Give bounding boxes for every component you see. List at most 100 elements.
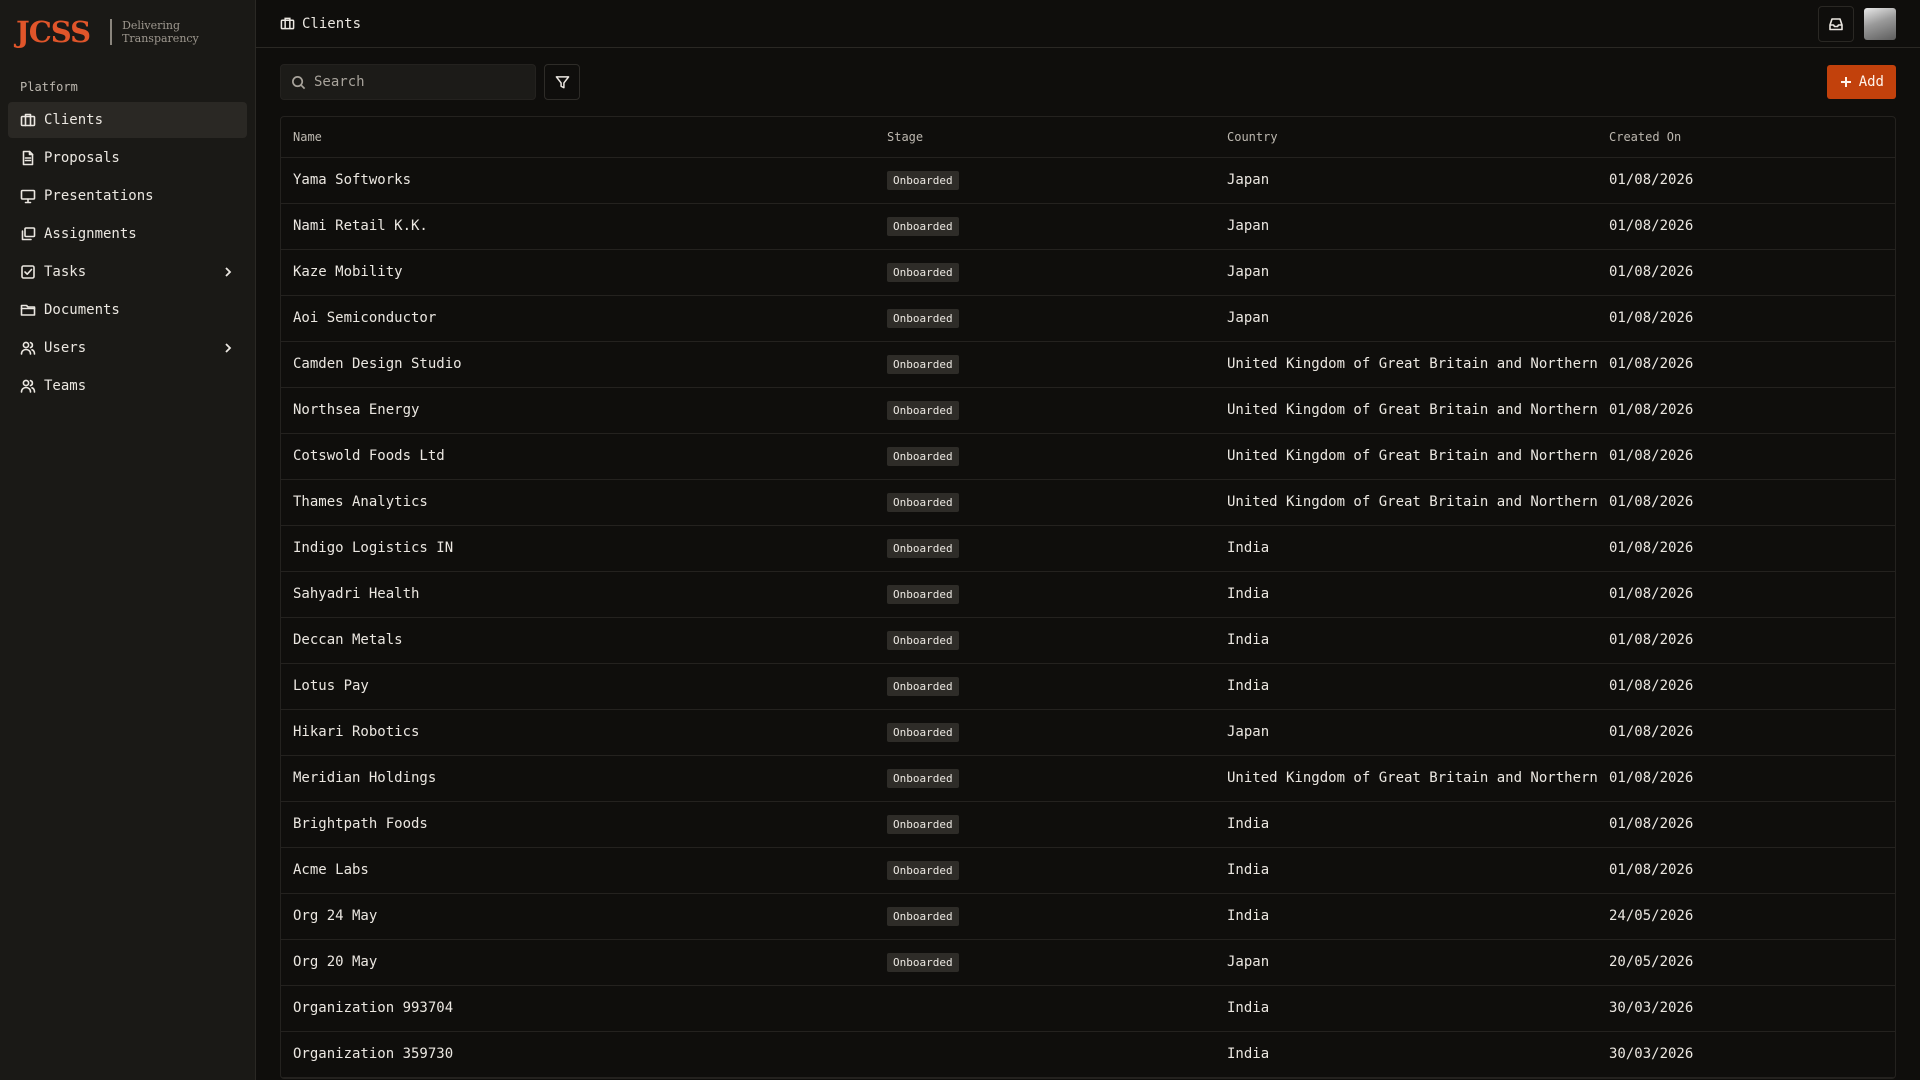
clients-table-container: Name Stage Country Created On Yama Softw… bbox=[280, 116, 1896, 1079]
cell-created-on: 01/08/2026 bbox=[1597, 479, 1895, 526]
cell-stage: Onboarded bbox=[875, 479, 1215, 526]
sidebar-item-presentations[interactable]: Presentations bbox=[8, 178, 247, 214]
cell-stage: Onboarded bbox=[875, 387, 1215, 434]
search-input[interactable] bbox=[314, 74, 514, 90]
cell-name: Cotswold Foods Ltd bbox=[281, 433, 875, 480]
stage-badge: Onboarded bbox=[887, 538, 959, 558]
sidebar-item-label: Tasks bbox=[44, 264, 87, 280]
cell-name: Acme Labs bbox=[281, 847, 875, 894]
cell-stage: Onboarded bbox=[875, 755, 1215, 802]
users-icon bbox=[20, 340, 36, 356]
layers-icon bbox=[20, 226, 36, 242]
main-content: Clients Add bbox=[256, 0, 1920, 1080]
cell-country: Japan bbox=[1215, 203, 1597, 250]
table-row[interactable]: Meridian Holdings Onboarded United Kingd… bbox=[281, 755, 1895, 802]
cell-created-on: 01/08/2026 bbox=[1597, 249, 1895, 296]
cell-country: United Kingdom of Great Britain and Nort… bbox=[1215, 341, 1597, 388]
cell-country: United Kingdom of Great Britain and Nort… bbox=[1215, 755, 1597, 802]
table-row[interactable]: Indigo Logistics IN Onboarded India 01/0… bbox=[281, 525, 1895, 572]
cell-created-on: 01/08/2026 bbox=[1597, 617, 1895, 664]
table-row[interactable]: Org 24 May Onboarded India 24/05/2026 bbox=[281, 893, 1895, 940]
presentation-icon bbox=[20, 188, 36, 204]
cell-country: Japan bbox=[1215, 939, 1597, 986]
table-row[interactable]: Thames Analytics Onboarded United Kingdo… bbox=[281, 479, 1895, 526]
cell-name: Nami Retail K.K. bbox=[281, 203, 875, 250]
cell-country: United Kingdom of Great Britain and Nort… bbox=[1215, 479, 1597, 526]
add-button[interactable]: Add bbox=[1826, 65, 1896, 99]
sidebar-item-documents[interactable]: Documents bbox=[8, 292, 247, 328]
column-header-stage[interactable]: Stage bbox=[875, 117, 1215, 158]
cell-country: India bbox=[1215, 617, 1597, 664]
table-row[interactable]: Organization 359730 India 30/03/2026 bbox=[281, 1031, 1895, 1078]
table-row[interactable]: Cotswold Foods Ltd Onboarded United King… bbox=[281, 433, 1895, 480]
stage-badge: Onboarded bbox=[887, 584, 959, 604]
table-row[interactable]: Organization 993704 India 30/03/2026 bbox=[281, 985, 1895, 1032]
cell-name: Thames Analytics bbox=[281, 479, 875, 526]
stage-badge: Onboarded bbox=[887, 814, 959, 834]
cell-stage bbox=[875, 985, 1215, 1032]
table-row[interactable]: Brightpath Foods Onboarded India 01/08/2… bbox=[281, 801, 1895, 848]
cell-name: Org 24 May bbox=[281, 893, 875, 940]
table-row[interactable]: Aoi Semiconductor Onboarded Japan 01/08/… bbox=[281, 295, 1895, 342]
sidebar-item-users[interactable]: Users bbox=[8, 330, 247, 366]
table-row[interactable]: Sahyadri Health Onboarded India 01/08/20… bbox=[281, 571, 1895, 618]
cell-created-on: 01/08/2026 bbox=[1597, 387, 1895, 434]
brand-divider bbox=[110, 19, 113, 45]
topbar-actions bbox=[1818, 5, 1896, 42]
brand[interactable]: JCSS Delivering Transparency bbox=[0, 0, 255, 64]
cell-name: Aoi Semiconductor bbox=[281, 295, 875, 342]
table-row[interactable]: Nami Retail K.K. Onboarded Japan 01/08/2… bbox=[281, 203, 1895, 250]
cell-created-on: 01/08/2026 bbox=[1597, 663, 1895, 710]
table-row[interactable]: Acme Labs Onboarded India 01/08/2026 bbox=[281, 847, 1895, 894]
table-row[interactable]: Northsea Energy Onboarded United Kingdom… bbox=[281, 387, 1895, 434]
nav-section-label: Platform bbox=[20, 80, 78, 94]
column-header-name[interactable]: Name bbox=[281, 117, 875, 158]
cell-stage: Onboarded bbox=[875, 203, 1215, 250]
sidebar-item-label: Proposals bbox=[44, 150, 120, 166]
stage-badge: Onboarded bbox=[887, 492, 959, 512]
plus-icon bbox=[1840, 77, 1851, 87]
cell-created-on: 30/03/2026 bbox=[1597, 985, 1895, 1032]
sidebar-item-clients[interactable]: Clients bbox=[8, 102, 247, 138]
cell-name: Yama Softworks bbox=[281, 157, 875, 204]
sidebar-item-label: Clients bbox=[44, 112, 104, 128]
cell-country: United Kingdom of Great Britain and Nort… bbox=[1215, 433, 1597, 480]
table-row[interactable]: Yama Softworks Onboarded Japan 01/08/202… bbox=[281, 157, 1895, 204]
add-button-label: Add bbox=[1858, 74, 1884, 90]
app-root: JCSS Delivering Transparency Platform Cl… bbox=[0, 0, 1920, 1080]
chevron-right-icon[interactable] bbox=[221, 341, 235, 355]
sidebar-item-assignments[interactable]: Assignments bbox=[8, 216, 247, 252]
sidebar-item-proposals[interactable]: Proposals bbox=[8, 140, 247, 176]
cell-name: Sahyadri Health bbox=[281, 571, 875, 618]
table-row[interactable]: Lotus Pay Onboarded India 01/08/2026 bbox=[281, 663, 1895, 710]
table-row[interactable]: Kaze Mobility Onboarded Japan 01/08/2026 bbox=[281, 249, 1895, 296]
filter-button[interactable] bbox=[544, 64, 580, 100]
cell-stage: Onboarded bbox=[875, 663, 1215, 710]
cell-name: Kaze Mobility bbox=[281, 249, 875, 296]
stage-badge: Onboarded bbox=[887, 446, 959, 466]
column-header-country[interactable]: Country bbox=[1215, 117, 1597, 158]
stage-badge: Onboarded bbox=[887, 906, 959, 926]
column-header-created-on[interactable]: Created On bbox=[1597, 117, 1895, 158]
cell-stage: Onboarded bbox=[875, 709, 1215, 756]
table-row[interactable]: Deccan Metals Onboarded India 01/08/2026 bbox=[281, 617, 1895, 664]
cell-country: India bbox=[1215, 893, 1597, 940]
chevron-right-icon[interactable] bbox=[221, 265, 235, 279]
brand-tagline: Delivering Transparency bbox=[122, 19, 199, 45]
sidebar-nav: Clients Proposals Presentations Assignme… bbox=[0, 102, 255, 404]
cell-country: Japan bbox=[1215, 709, 1597, 756]
table-row[interactable]: Camden Design Studio Onboarded United Ki… bbox=[281, 341, 1895, 388]
brand-tagline-line1: Delivering bbox=[122, 19, 181, 32]
avatar[interactable] bbox=[1864, 7, 1896, 40]
sidebar-item-label: Presentations bbox=[44, 188, 154, 204]
cell-created-on: 20/05/2026 bbox=[1597, 939, 1895, 986]
table-row[interactable]: Org 20 May Onboarded Japan 20/05/2026 bbox=[281, 939, 1895, 986]
sidebar-item-tasks[interactable]: Tasks bbox=[8, 254, 247, 290]
search-box[interactable] bbox=[280, 64, 536, 100]
table-row[interactable]: Hikari Robotics Onboarded Japan 01/08/20… bbox=[281, 709, 1895, 756]
cell-created-on: 30/03/2026 bbox=[1597, 1031, 1895, 1078]
cell-name: Organization 993704 bbox=[281, 985, 875, 1032]
cell-stage: Onboarded bbox=[875, 571, 1215, 618]
sidebar-item-teams[interactable]: Teams bbox=[8, 368, 247, 404]
inbox-button[interactable] bbox=[1818, 5, 1854, 42]
